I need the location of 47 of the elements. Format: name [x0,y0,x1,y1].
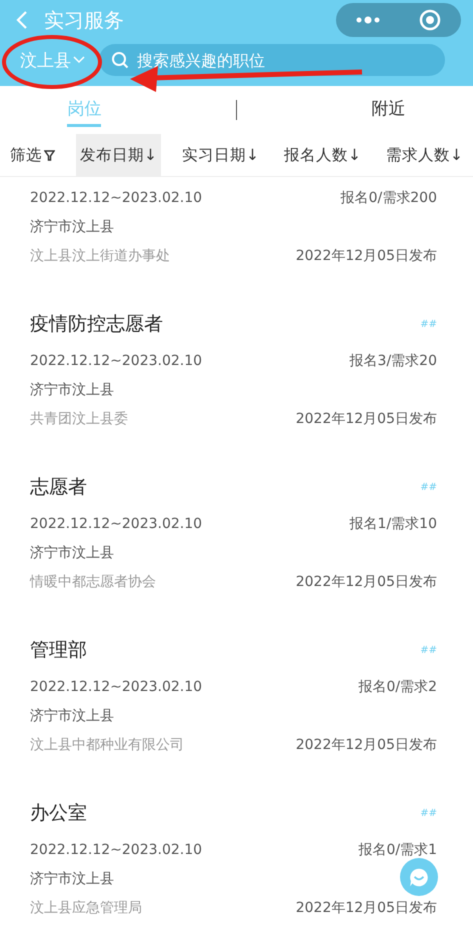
job-tag: ## [420,808,437,818]
job-tag: ## [420,482,437,492]
tab[interactable]: 附近 [372,93,406,127]
applicant-count: 报名0/需求2 [358,678,437,696]
search-field[interactable]: 搜索感兴趣的职位 [99,44,445,76]
job-title[interactable]: 志愿者 [30,474,87,500]
filter-icon [44,150,55,160]
publish-date: 2022年12月05日发布 [296,410,437,428]
chevron-down-icon [73,56,85,64]
chat-icon [408,866,430,888]
applicant-count: 报名1/需求10 [350,514,437,532]
date-range: 2022.12.12~2023.02.10 [30,516,202,532]
job-location: 济宁市汶上县 [30,218,114,236]
publish-date: 2022年12月05日发布 [296,736,437,754]
applicant-count: 报名3/需求20 [350,352,437,370]
job-location: 济宁市汶上县 [30,870,114,888]
job-location: 济宁市汶上县 [30,544,114,562]
back-icon[interactable] [16,10,28,30]
more-icon[interactable] [356,16,380,24]
job-title[interactable]: 疫情防控志愿者 [30,311,163,337]
organization-name: 共青团汶上县委 [30,410,128,428]
applicant-count: 报名0/需求200 [340,188,437,206]
organization-name: 情暖中都志愿者协会 [30,572,156,590]
job-location: 济宁市汶上县 [30,706,114,724]
publish-date: 2022年12月05日发布 [296,246,437,264]
date-range: 2022.12.12~2023.02.10 [30,842,202,858]
job-title[interactable]: 管理部 [30,637,87,663]
sort-button[interactable]: 发布日期↓ [76,134,161,176]
job-tag: ## [420,644,437,656]
publish-date: 2022年12月05日发布 [296,898,437,916]
filter-button[interactable]: 筛选 [6,134,59,176]
organization-name: 汶上县中都种业有限公司 [30,736,184,754]
job-title[interactable]: 办公室 [30,800,87,826]
job-tag: ## [420,318,437,330]
date-range: 2022.12.12~2023.02.10 [30,352,202,368]
organization-name: 汶上县应急管理局 [30,898,142,916]
date-range: 2022.12.12~2023.02.10 [30,190,202,206]
applicant-count: 报名0/需求1 [358,840,437,858]
sort-button[interactable]: 报名人数↓ [280,134,365,176]
page-title: 实习服务 [44,6,125,34]
date-range: 2022.12.12~2023.02.10 [30,678,202,694]
sort-button[interactable]: 实习日期↓ [178,134,263,176]
organization-name: 汶上县汶上街道办事处 [30,246,170,264]
job-location: 济宁市汶上县 [30,380,114,398]
chat-button[interactable] [400,858,438,896]
sort-button[interactable]: 需求人数↓ [382,134,467,176]
publish-date: 2022年12月05日发布 [296,572,437,590]
